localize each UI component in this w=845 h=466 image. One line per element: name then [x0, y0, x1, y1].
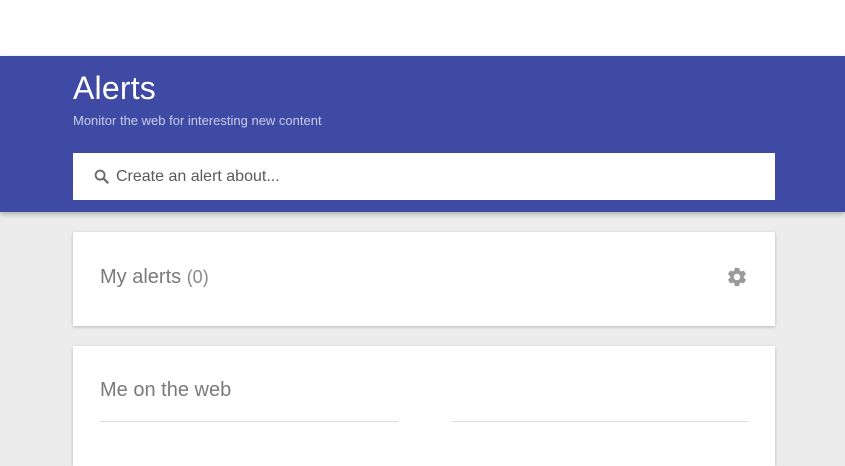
page-subtitle: Monitor the web for interesting new cont… — [73, 113, 322, 128]
alerts-settings-button[interactable] — [725, 267, 749, 291]
my-alerts-heading: My alerts (0) — [100, 266, 209, 289]
main-content: My alerts (0) Me on the web — [0, 212, 845, 466]
me-on-the-web-card: Me on the web — [73, 346, 775, 466]
my-alerts-card: My alerts (0) — [73, 232, 775, 326]
me-on-the-web-title: Me on the web — [100, 379, 232, 401]
create-alert-input[interactable] — [116, 167, 756, 186]
page-title: Alerts — [73, 70, 156, 106]
my-alerts-title: My alerts — [100, 266, 182, 288]
my-alerts-count: (0) — [186, 267, 209, 287]
top-bar — [0, 0, 845, 56]
create-alert-search-box[interactable] — [73, 153, 775, 200]
search-icon — [93, 169, 109, 185]
alerts-header: Alerts Monitor the web for interesting n… — [0, 56, 845, 212]
divider-right — [451, 421, 749, 422]
divider-left — [100, 421, 398, 422]
gear-icon — [726, 266, 748, 293]
